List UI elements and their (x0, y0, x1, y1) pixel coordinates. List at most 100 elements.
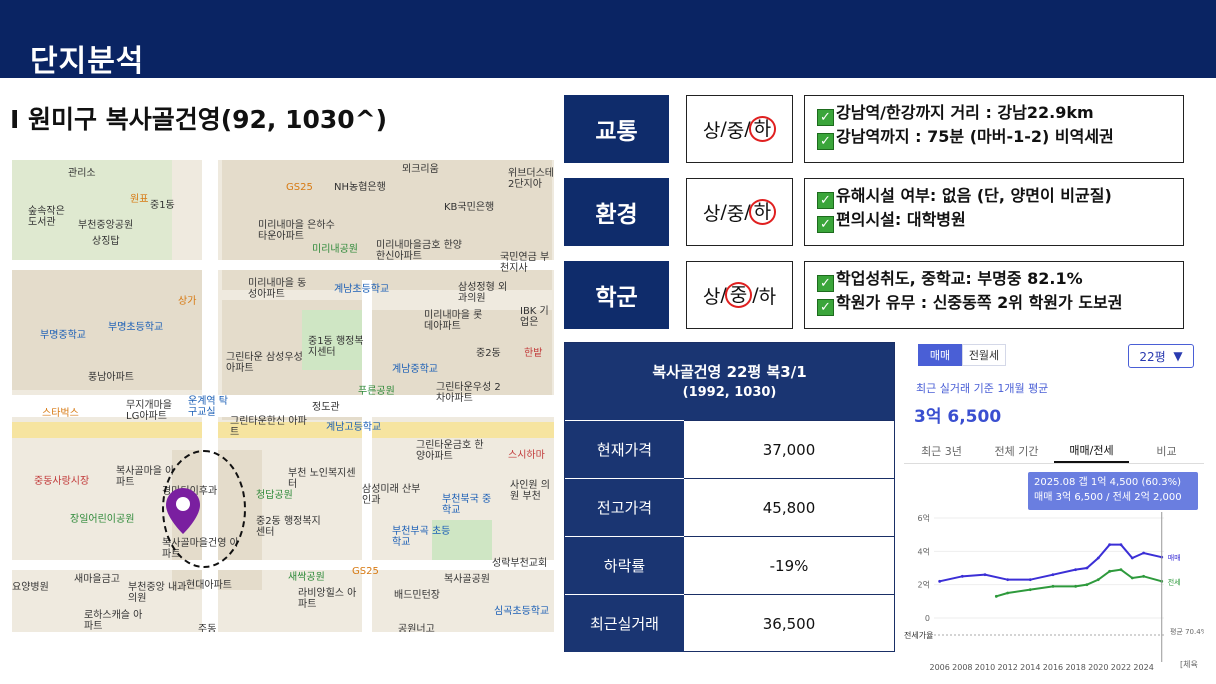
chevron-down-icon: ▼ (1173, 349, 1183, 363)
criterion-label-transport: 교통 (564, 95, 669, 163)
x-tick-label: 2010 (975, 663, 995, 672)
x-tick-label: 2012 (997, 663, 1017, 672)
row-key: 전고가격 (565, 478, 684, 536)
map-label: 상징탑 (92, 236, 120, 247)
y-tick-label: 0 (925, 614, 930, 623)
map-label: 심곡초등학교 (494, 606, 550, 617)
price-table-subtitle: (1992, 1030) (682, 385, 777, 400)
criterion-desc-school: ✓ 학업성취도, 중학교: 부명중 82.1% ✓ 학원가 유무 : 신중동쪽 2위… (804, 261, 1184, 329)
price-line-chart[interactable]: 02억4억6억매매전세전세가율 평균 70.4%2006 2008 2010 2012 2… (904, 510, 1204, 676)
checkbox-checked-icon: ✓ (817, 216, 834, 233)
x-tick-label: 2016 (1043, 663, 1063, 672)
row-key: 현재가격 (565, 420, 684, 478)
data-point (1096, 556, 1100, 560)
data-point (1130, 576, 1134, 580)
map-label: 그린타운금호 한양아파트 (416, 440, 484, 462)
data-point (938, 579, 942, 583)
data-point (1096, 578, 1100, 582)
desc-line: ✓ 강남역까지 : 75분 (마버-1-2) 비역세권 (817, 126, 1171, 150)
data-point (1051, 584, 1055, 588)
map-label: 계남고등학교 (326, 422, 382, 433)
chart-tooltip: 2025.08 갭 1억 4,500 (60.3%) 매매 3억 6,500 /… (1028, 472, 1198, 510)
price-table-title: 복사골건영 22평 복3/1 (652, 363, 807, 381)
map-label: 중2동 행정복지센터 (256, 516, 321, 538)
map-label: 중2동 (476, 348, 501, 359)
price-table: 복사골건영 22평 복3/1 (1992, 1030) 현재가격 37,000 … (564, 342, 895, 652)
map-label: 부천 노인복지센터 (288, 468, 356, 490)
map-label: 미리내마을금호 한양한신아파트 (376, 240, 462, 262)
row-key: 최근실거래 (565, 594, 684, 652)
map-label: 스시하마 (508, 450, 545, 461)
map-label: 무지개마을 LG아파트 (126, 400, 172, 422)
map-label: 부천북국 중학교 (442, 494, 492, 516)
tab-compare[interactable]: 비교 (1129, 438, 1204, 463)
criterion-label-school: 학군 (564, 261, 669, 329)
map-label: 부명중학교 (40, 330, 86, 341)
desc-line: ✓ 편의시설: 대학병원 (817, 209, 1171, 233)
map-label: 숲속작은 도서관 (28, 206, 65, 228)
map-label: 상가 (178, 296, 197, 307)
criterion-grade-transport: 상 / 중 / 하 (686, 95, 793, 163)
criterion-desc-transport: ✓ 강남역/한강까지 거리 : 강남22.9km ✓ 강남역까지 : 75분 (마버… (804, 95, 1184, 163)
data-point (1108, 569, 1112, 573)
checkbox-checked-icon: ✓ (817, 109, 834, 126)
criterion-desc-environment: ✓ 유해시설 여부: 없음 (단, 양면이 비균질) ✓ 편의시설: 대학병원 (804, 178, 1184, 246)
size-select[interactable]: 22평 ▼ (1128, 344, 1194, 368)
tab-sale[interactable]: 매매 (918, 344, 962, 366)
data-point (1074, 584, 1078, 588)
map-road (12, 560, 554, 570)
map-label: 중1동 (150, 200, 175, 211)
map-label: 부천부곡 초등학교 (392, 526, 451, 548)
map-label: 미리내마을 롯데아파트 (424, 310, 483, 332)
map-label: 요양병원 (12, 582, 49, 593)
map-label: 부천중앙공원 (78, 220, 134, 231)
map-label: 미리내마을 동성아파트 (248, 278, 307, 300)
grade-mid-selected: 중 (724, 282, 753, 308)
table-row: 하락률 -19% (565, 536, 894, 594)
map-label: 부명초등학교 (108, 322, 164, 333)
table-row: 전고가격 45,800 (565, 478, 894, 536)
map-label: 배드민턴장 (394, 590, 440, 601)
y-tick-label: 2억 (918, 580, 930, 590)
grade-low: 하 (758, 285, 777, 308)
map-label: 관리소 (68, 168, 96, 179)
ratio-avg-label: 평균 70.4% (1170, 627, 1204, 636)
tab-all-period[interactable]: 전체 기간 (979, 438, 1054, 463)
tab-recent-3y[interactable]: 최근 3년 (904, 438, 979, 463)
checkbox-checked-icon: ✓ (817, 133, 834, 150)
x-tick-label: 2020 (1088, 663, 1108, 672)
data-point (1085, 566, 1089, 570)
checkbox-checked-icon: ✓ (817, 299, 834, 316)
map-label: 뫼크리움 (402, 164, 439, 175)
tab-sale-jeonse[interactable]: 매매/전세 (1054, 438, 1129, 463)
row-value: 45,800 (684, 478, 894, 536)
map-label: 계남중학교 (392, 364, 438, 375)
grade-low-selected: 하 (748, 116, 777, 142)
map-label: 국민연금 부천지사 (500, 252, 550, 274)
row-value: 36,500 (684, 594, 894, 652)
data-point (1051, 573, 1055, 577)
data-point (1028, 588, 1032, 592)
tooltip-line: 매매 3억 6,500 / 전세 2억 2,000 (1034, 492, 1182, 503)
map-label: 새싹공원 (288, 572, 325, 583)
data-point (1119, 543, 1123, 547)
map-road (12, 260, 554, 270)
grade-low-selected: 하 (748, 199, 777, 225)
grade-high: 상 (702, 202, 721, 225)
tab-rent[interactable]: 전월세 (962, 344, 1006, 366)
x-tick-label: 2018 (1065, 663, 1085, 672)
criterion-grade-environment: 상 / 중 / 하 (686, 178, 793, 246)
data-point (1085, 583, 1089, 587)
price-table-header: 복사골건영 22평 복3/1 (1992, 1030) (565, 343, 894, 420)
data-point (1006, 578, 1010, 582)
data-point (1130, 556, 1134, 560)
map-label: GS25 (352, 566, 379, 577)
price-chart-widget: 매매 전월세 22평 ▼ 최근 실거래 기준 1개월 평균 3억 6,500 최… (904, 340, 1204, 676)
map-label: 삼성정형 외과의원 (458, 282, 508, 304)
y-tick-label: 4억 (918, 546, 930, 556)
map-label: 주동 (198, 624, 217, 632)
map-road (362, 280, 372, 632)
map-label: 미리내마을 은하수타운아파트 (258, 220, 335, 242)
location-map[interactable]: 관리소 숲속작은 도서관 원표 중1동 부천중앙공원 상징탑 GS25 NH농협… (12, 160, 554, 632)
location-pin-icon[interactable] (166, 488, 200, 534)
